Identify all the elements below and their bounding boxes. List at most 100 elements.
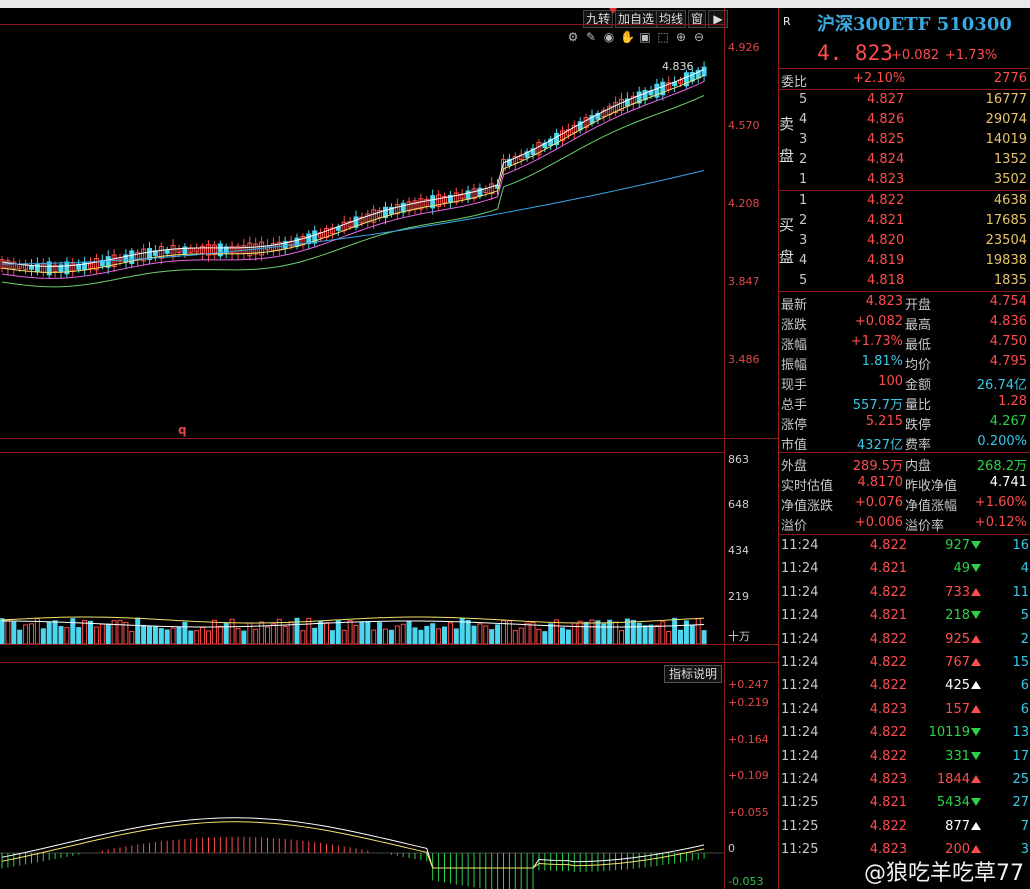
- tick-row: 11:24 4.821 218 5: [779, 605, 1030, 628]
- volume-bar: [341, 629, 347, 644]
- volume-bar: [453, 628, 459, 644]
- tick-volume-value: 425: [945, 678, 970, 694]
- bid-row[interactable]: 3 4.820 23504: [779, 231, 1030, 251]
- tick-volume: 877: [945, 819, 981, 834]
- volume-bar: [52, 620, 58, 644]
- bid-row[interactable]: 5 4.818 1835: [779, 271, 1030, 291]
- tick-volume: 425: [945, 678, 981, 693]
- tick-time: 11:24: [781, 584, 819, 600]
- volume-bar: [695, 618, 701, 644]
- volume-bar: [512, 630, 518, 644]
- tick-volume-value: 218: [945, 608, 970, 624]
- indicator-axis-label: -0.053: [728, 875, 764, 888]
- volume-bar: [406, 620, 412, 644]
- ask-price: 4.823: [867, 172, 905, 187]
- volume-bar: [318, 620, 324, 644]
- tick-time: 11:24: [781, 772, 819, 787]
- tick-price: 4.821: [869, 608, 907, 624]
- volume-bar: [58, 626, 64, 644]
- candle-body: [400, 202, 406, 213]
- stat-label: 现手: [781, 378, 808, 393]
- bid-row[interactable]: 2 4.821 17685: [779, 211, 1030, 231]
- volume-bar: [135, 617, 141, 644]
- price-axis-label: 4.208: [728, 197, 760, 210]
- ask-row[interactable]: 5 4.827 16777: [779, 90, 1030, 110]
- volume-bar: [23, 624, 29, 644]
- arrow-down-icon: [971, 541, 981, 549]
- volume-bar: [93, 626, 99, 644]
- volume-bar: [347, 620, 353, 644]
- tick-price: 4.822: [869, 818, 907, 834]
- bid-row[interactable]: 4 4.819 19838: [779, 251, 1030, 271]
- stat-row: 总手 557.7万 量比 1.28: [779, 392, 1030, 413]
- bid-price: 4.822: [867, 193, 905, 208]
- tick-volume: 767: [945, 655, 981, 670]
- tick-volume-value: 1844: [936, 772, 970, 787]
- tick-count: 15: [1012, 655, 1029, 670]
- stat-label: 最新: [781, 298, 808, 313]
- volume-bar: [642, 625, 648, 644]
- tick-price: 4.822: [869, 725, 907, 741]
- tick-row: 11:24 4.821 49 4: [779, 558, 1030, 581]
- arrow-down-icon: [971, 611, 981, 620]
- volume-bar: [270, 623, 276, 644]
- ask-row[interactable]: 2 4.824 1352: [779, 150, 1030, 170]
- stat-value: 4.267: [989, 414, 1027, 429]
- bid-row[interactable]: 1 4.822 4638: [779, 191, 1030, 211]
- divider: [0, 438, 778, 439]
- volume-bar: [200, 626, 206, 644]
- stat-label: 开盘: [905, 298, 932, 313]
- ask-price: 4.826: [867, 112, 905, 127]
- tick-price: 4.822: [869, 655, 907, 670]
- volume-bar: [630, 619, 636, 644]
- volume-bar: [158, 628, 164, 644]
- volume-bar: [182, 621, 188, 644]
- tick-volume: 218: [945, 608, 981, 623]
- stat-value: 100: [878, 374, 903, 389]
- volume-bar: [701, 630, 707, 644]
- stat-label: 溢价: [781, 519, 808, 534]
- stat-value: 557.7万: [852, 398, 903, 413]
- tick-count: 13: [1012, 725, 1029, 741]
- tick-volume: 927: [945, 538, 981, 553]
- r-badge: R: [783, 15, 791, 28]
- volume-bar: [565, 629, 571, 644]
- price-axis-label: 4.570: [728, 119, 760, 132]
- tick-price: 4.821: [869, 561, 907, 577]
- ma60-line: [1, 169, 705, 265]
- volume-bar: [536, 628, 542, 644]
- volume-bar: [524, 622, 530, 644]
- tick-time: 11:24: [781, 725, 819, 741]
- ask-row[interactable]: 3 4.825 14019: [779, 130, 1030, 150]
- stat-row: 涨停 5.215 跌停 4.267: [779, 412, 1030, 433]
- ask-row[interactable]: 4 4.826 29074: [779, 110, 1030, 130]
- tick-row: 11:24 4.823 1844 25: [779, 769, 1030, 792]
- price-axis-label: 4.926: [728, 41, 760, 54]
- stat-row: 涨幅 +1.73% 最低 4.750: [779, 332, 1030, 353]
- stat-row: 最新 4.823 开盘 4.754: [779, 292, 1030, 313]
- volume-chart[interactable]: [0, 452, 724, 644]
- tick-volume-value: 331: [945, 748, 970, 764]
- volume-bar: [388, 629, 394, 644]
- volume-bar: [141, 624, 147, 644]
- stat-value: 1.28: [998, 394, 1027, 409]
- wei-bi-label: 委比: [781, 75, 808, 90]
- arrow-down-icon: [971, 728, 981, 737]
- stat-value: +0.12%: [974, 515, 1027, 530]
- candle-body: [465, 190, 471, 200]
- volume-bar: [217, 625, 223, 644]
- bid-volume: 1835: [993, 273, 1027, 288]
- stat-value: 4.754: [989, 294, 1027, 309]
- stat-value: +1.73%: [850, 334, 903, 349]
- volume-bar: [577, 620, 583, 644]
- macd-chart[interactable]: [0, 662, 724, 889]
- stat-label: 净值涨幅: [905, 499, 958, 514]
- nav-stat-row: 外盘 289.5万 内盘 268.2万: [779, 453, 1030, 474]
- tick-volume-value: 925: [945, 631, 970, 647]
- volume-bar: [483, 625, 489, 644]
- candlestick-chart[interactable]: [0, 24, 724, 438]
- chart-area[interactable]: 九转 加自选 均线 窗 ▶ ⚙ ✎ ◉ ✋ ▣ ⬚ ⊕ ⊖ 4.926 4.570 4.208…: [0, 8, 778, 889]
- watermark: @狼吃羊吃草77: [864, 861, 1024, 886]
- stat-label: 量比: [905, 398, 932, 413]
- ask-row[interactable]: 1 4.823 3502: [779, 170, 1030, 190]
